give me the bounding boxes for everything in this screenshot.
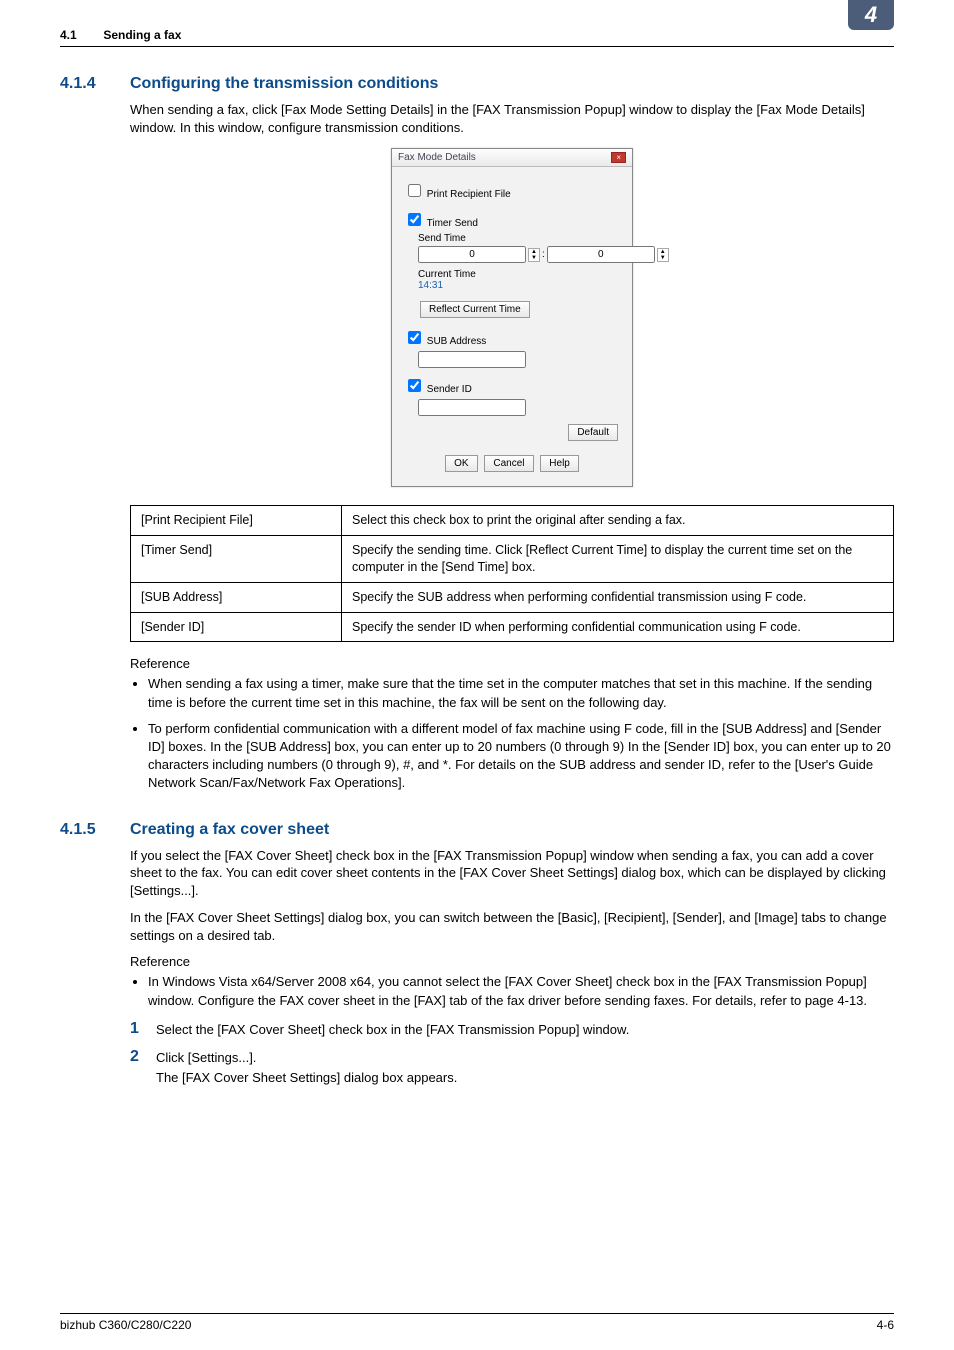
- step-2-substep: The [FAX Cover Sheet Settings] dialog bo…: [156, 1070, 894, 1085]
- reference-list-415: In Windows Vista x64/Server 2008 x64, yo…: [130, 973, 894, 1009]
- time-colon: :: [542, 249, 545, 260]
- send-min-input[interactable]: [547, 246, 655, 263]
- dialog-titlebar: Fax Mode Details ×: [392, 149, 632, 167]
- sender-id-input[interactable]: [418, 399, 526, 416]
- send-time-label: Send Time: [418, 233, 620, 244]
- help-button[interactable]: Help: [540, 455, 579, 472]
- setting-name: [Print Recipient File]: [131, 506, 342, 536]
- section-title-415: Creating a fax cover sheet: [130, 821, 329, 839]
- sender-id-check-input[interactable]: [408, 379, 421, 392]
- setting-desc: Specify the SUB address when performing …: [342, 582, 894, 612]
- timer-send-input[interactable]: [408, 213, 421, 226]
- settings-table: [Print Recipient File] Select this check…: [130, 505, 894, 642]
- fax-mode-details-dialog: Fax Mode Details × Print Recipient File …: [391, 148, 633, 487]
- section-number-415: 4.1.5: [60, 821, 130, 839]
- table-row: [Print Recipient File] Select this check…: [131, 506, 894, 536]
- sender-id-label: Sender ID: [427, 384, 472, 395]
- running-header: 4.1 Sending a fax 4: [60, 28, 894, 47]
- setting-desc: Specify the sender ID when performing co…: [342, 612, 894, 642]
- chapter-number: 4: [865, 2, 877, 27]
- header-section-number: 4.1: [60, 28, 100, 42]
- section-414-intro: When sending a fax, click [Fax Mode Sett…: [130, 101, 894, 136]
- ok-button[interactable]: OK: [445, 455, 477, 472]
- reference-list-414: When sending a fax using a timer, make s…: [130, 675, 894, 792]
- setting-desc: Select this check box to print the origi…: [342, 506, 894, 536]
- section-415-para1: If you select the [FAX Cover Sheet] chec…: [130, 847, 894, 900]
- step-number: 2: [130, 1048, 156, 1066]
- send-hour-input[interactable]: [418, 246, 526, 263]
- cancel-button[interactable]: Cancel: [484, 455, 533, 472]
- setting-name: [SUB Address]: [131, 582, 342, 612]
- print-recipient-file-input[interactable]: [408, 184, 421, 197]
- table-row: [Sender ID] Specify the sender ID when p…: [131, 612, 894, 642]
- default-button[interactable]: Default: [568, 424, 618, 441]
- section-title-414: Configuring the transmission conditions: [130, 75, 438, 93]
- print-recipient-file-label: Print Recipient File: [427, 189, 511, 200]
- sub-address-label: SUB Address: [427, 336, 486, 347]
- sender-id-checkbox[interactable]: Sender ID: [404, 376, 620, 395]
- dialog-figure: Fax Mode Details × Print Recipient File …: [130, 148, 894, 487]
- step-number: 1: [130, 1020, 156, 1038]
- footer-right: 4-6: [877, 1318, 894, 1332]
- timer-send-checkbox[interactable]: Timer Send: [404, 210, 620, 229]
- section-number-414: 4.1.4: [60, 75, 130, 93]
- list-item: When sending a fax using a timer, make s…: [148, 675, 894, 711]
- list-item: In Windows Vista x64/Server 2008 x64, yo…: [148, 973, 894, 1009]
- reference-label-415: Reference: [130, 954, 894, 969]
- current-time-label: Current Time: [418, 269, 620, 280]
- section-415-para2: In the [FAX Cover Sheet Settings] dialog…: [130, 909, 894, 944]
- footer-left: bizhub C360/C280/C220: [60, 1318, 191, 1332]
- reference-label-414: Reference: [130, 656, 894, 671]
- setting-name: [Timer Send]: [131, 535, 342, 582]
- step-2: 2 Click [Settings...].: [130, 1048, 894, 1066]
- step-text: Click [Settings...].: [156, 1048, 894, 1065]
- running-header-left: 4.1 Sending a fax: [60, 28, 181, 46]
- step-text: Select the [FAX Cover Sheet] check box i…: [156, 1020, 894, 1037]
- sub-address-input[interactable]: [418, 351, 526, 368]
- setting-desc: Specify the sending time. Click [Reflect…: [342, 535, 894, 582]
- chapter-badge: 4: [848, 0, 894, 30]
- setting-name: [Sender ID]: [131, 612, 342, 642]
- close-icon[interactable]: ×: [611, 152, 626, 163]
- page-footer: bizhub C360/C280/C220 4-6: [60, 1313, 894, 1332]
- spinner-arrows-hour[interactable]: ▲▼: [528, 248, 540, 262]
- send-time-spinner[interactable]: ▲▼ : ▲▼: [418, 246, 669, 263]
- section-heading-414: 4.1.4 Configuring the transmission condi…: [60, 75, 894, 93]
- header-section-title: Sending a fax: [103, 28, 181, 42]
- sub-address-check-input[interactable]: [408, 331, 421, 344]
- sub-address-checkbox[interactable]: SUB Address: [404, 328, 620, 347]
- current-time-value: 14:31: [418, 280, 620, 291]
- table-row: [SUB Address] Specify the SUB address wh…: [131, 582, 894, 612]
- reflect-current-time-button[interactable]: Reflect Current Time: [420, 301, 530, 318]
- spinner-arrows-min[interactable]: ▲▼: [657, 248, 669, 262]
- section-heading-415: 4.1.5 Creating a fax cover sheet: [60, 821, 894, 839]
- table-row: [Timer Send] Specify the sending time. C…: [131, 535, 894, 582]
- step-1: 1 Select the [FAX Cover Sheet] check box…: [130, 1020, 894, 1038]
- timer-send-label: Timer Send: [427, 218, 478, 229]
- list-item: To perform confidential communication wi…: [148, 720, 894, 793]
- print-recipient-file-checkbox[interactable]: Print Recipient File: [404, 181, 620, 200]
- dialog-title-text: Fax Mode Details: [398, 152, 476, 163]
